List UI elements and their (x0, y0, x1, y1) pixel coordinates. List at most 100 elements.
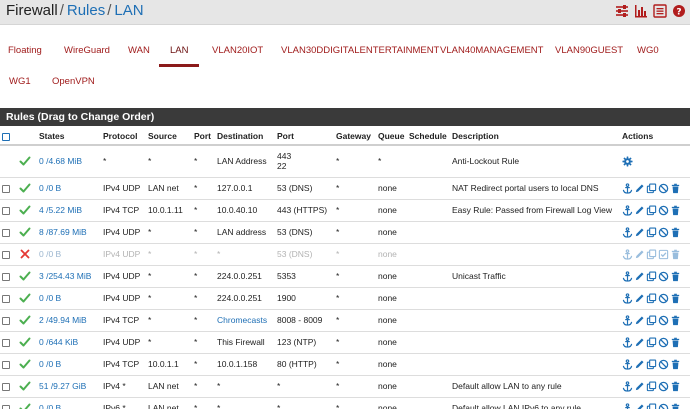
states-cell-text[interactable]: 4 /5.22 MiB (39, 205, 82, 215)
table-row[interactable]: 0 /0 B IPv4 TCP 10.0.1.1 * 10.0.1.158 80 (HTT… (0, 352, 690, 375)
destination-cell-text[interactable]: Chromecasts (217, 315, 267, 325)
anchor-icon[interactable] (622, 314, 633, 326)
row-select[interactable] (0, 374, 17, 397)
select-all-header[interactable] (0, 128, 17, 146)
check-square-icon[interactable] (658, 249, 669, 260)
row-select[interactable] (0, 286, 17, 309)
ban-icon[interactable] (658, 205, 669, 216)
bar-chart-icon[interactable] (634, 4, 648, 18)
row-select[interactable] (0, 198, 17, 221)
states-cell-text[interactable]: 8 /87.69 MiB (39, 227, 87, 237)
tab-wireguard[interactable]: WireGuard (64, 45, 110, 57)
clone-icon[interactable] (646, 293, 657, 304)
states-cell[interactable]: 0 /644 KiB (37, 330, 101, 353)
row-checkbox[interactable] (2, 405, 10, 409)
trash-icon[interactable] (670, 249, 681, 260)
table-row[interactable]: 4 /5.22 MiB IPv4 TCP 10.0.1.11 * 10.0.40.10 4… (0, 198, 690, 221)
pencil-icon[interactable] (634, 293, 645, 304)
states-cell[interactable]: 0 /0 B (37, 396, 101, 409)
clone-icon[interactable] (646, 359, 657, 370)
clone-icon[interactable] (646, 205, 657, 216)
states-cell-text[interactable]: 51 /9.27 GiB (39, 381, 86, 391)
trash-icon[interactable] (670, 381, 681, 392)
ban-icon[interactable] (658, 293, 669, 304)
row-checkbox[interactable] (2, 382, 10, 391)
pencil-icon[interactable] (634, 227, 645, 238)
row-checkbox[interactable] (2, 184, 10, 193)
destination-cell[interactable]: Chromecasts (215, 308, 275, 331)
table-row[interactable]: 0 /4.68 MiB * * * LAN Address 443 22 * * Anti-Loc… (0, 144, 690, 177)
row-checkbox[interactable] (2, 272, 10, 281)
tab-wg0[interactable]: WG0 (637, 45, 659, 57)
row-select[interactable] (0, 352, 17, 375)
sliders-icon[interactable] (615, 4, 629, 18)
anchor-icon[interactable] (622, 204, 633, 216)
states-cell[interactable]: 0 /4.68 MiB (37, 144, 101, 177)
states-cell[interactable]: 51 /9.27 GiB (37, 374, 101, 397)
states-cell[interactable]: 3 /254.43 MiB (37, 264, 101, 287)
breadcrumb-rules[interactable]: Rules (67, 2, 105, 19)
table-row[interactable]: 0 /0 B IPv4 UDP LAN net * 127.0.0.1 53 (DNS) *… (0, 176, 690, 199)
ban-icon[interactable] (658, 315, 669, 326)
states-cell[interactable]: 4 /5.22 MiB (37, 198, 101, 221)
table-row[interactable]: 2 /49.94 MiB IPv4 TCP * * Chromecasts 8008 - … (0, 308, 690, 331)
table-row[interactable]: 0 /644 KiB IPv4 UDP * * This Firewall 123 (NT… (0, 330, 690, 353)
ban-icon[interactable] (658, 271, 669, 282)
clone-icon[interactable] (646, 227, 657, 238)
tab-floating[interactable]: Floating (8, 45, 42, 57)
trash-icon[interactable] (670, 293, 681, 304)
states-cell-text[interactable]: 3 /254.43 MiB (39, 271, 91, 281)
anchor-icon[interactable] (622, 336, 633, 348)
states-cell-text[interactable]: 0 /0 B (39, 249, 61, 259)
tab-vlan30ddigitalentertainment[interactable]: VLAN30DDIGITALENTERTAINMENT (281, 45, 439, 57)
row-select[interactable] (0, 144, 17, 177)
anchor-icon[interactable] (622, 292, 633, 304)
trash-icon[interactable] (670, 271, 681, 282)
pencil-icon[interactable] (634, 249, 645, 260)
table-row[interactable]: 3 /254.43 MiB IPv4 UDP * * 224.0.0.251 5353 * n… (0, 264, 690, 287)
ban-icon[interactable] (658, 403, 669, 409)
tab-lan[interactable]: LAN (170, 45, 188, 57)
gear-icon[interactable] (622, 156, 633, 167)
tab-openvpn[interactable]: OpenVPN (52, 76, 95, 88)
anchor-icon[interactable] (622, 403, 633, 409)
clone-icon[interactable] (646, 271, 657, 282)
ban-icon[interactable] (658, 381, 669, 392)
states-cell[interactable]: 8 /87.69 MiB (37, 220, 101, 243)
ban-icon[interactable] (658, 183, 669, 194)
tab-wg1[interactable]: WG1 (9, 76, 31, 88)
pencil-icon[interactable] (634, 183, 645, 194)
row-checkbox[interactable] (2, 294, 10, 303)
clone-icon[interactable] (646, 315, 657, 326)
list-icon[interactable] (653, 4, 667, 18)
anchor-icon[interactable] (622, 380, 633, 392)
pencil-icon[interactable] (634, 337, 645, 348)
states-cell-text[interactable]: 0 /644 KiB (39, 337, 78, 347)
trash-icon[interactable] (670, 183, 681, 194)
pencil-icon[interactable] (634, 403, 645, 409)
row-checkbox[interactable] (2, 360, 10, 369)
row-select[interactable] (0, 308, 17, 331)
anchor-icon[interactable] (622, 248, 633, 260)
ban-icon[interactable] (658, 337, 669, 348)
pencil-icon[interactable] (634, 359, 645, 370)
anchor-icon[interactable] (622, 226, 633, 238)
states-cell[interactable]: 2 /49.94 MiB (37, 308, 101, 331)
states-cell-text[interactable]: 2 /49.94 MiB (39, 315, 87, 325)
clone-icon[interactable] (646, 183, 657, 194)
ban-icon[interactable] (658, 227, 669, 238)
states-cell-text[interactable]: 0 /0 B (39, 293, 61, 303)
tab-vlan40management[interactable]: VLAN40MANAGEMENT (440, 45, 543, 57)
states-cell[interactable]: 0 /0 B (37, 286, 101, 309)
tab-vlan20iot[interactable]: VLAN20IOT (212, 45, 263, 57)
row-checkbox[interactable] (2, 228, 10, 237)
pencil-icon[interactable] (634, 315, 645, 326)
ban-icon[interactable] (658, 359, 669, 370)
states-cell-text[interactable]: 0 /0 B (39, 359, 61, 369)
states-cell[interactable]: 0 /0 B (37, 242, 101, 265)
tab-wan[interactable]: WAN (128, 45, 150, 57)
states-cell[interactable]: 0 /0 B (37, 176, 101, 199)
row-checkbox[interactable] (2, 316, 10, 325)
help-icon[interactable]: ? (672, 4, 686, 18)
row-select[interactable] (0, 242, 17, 265)
